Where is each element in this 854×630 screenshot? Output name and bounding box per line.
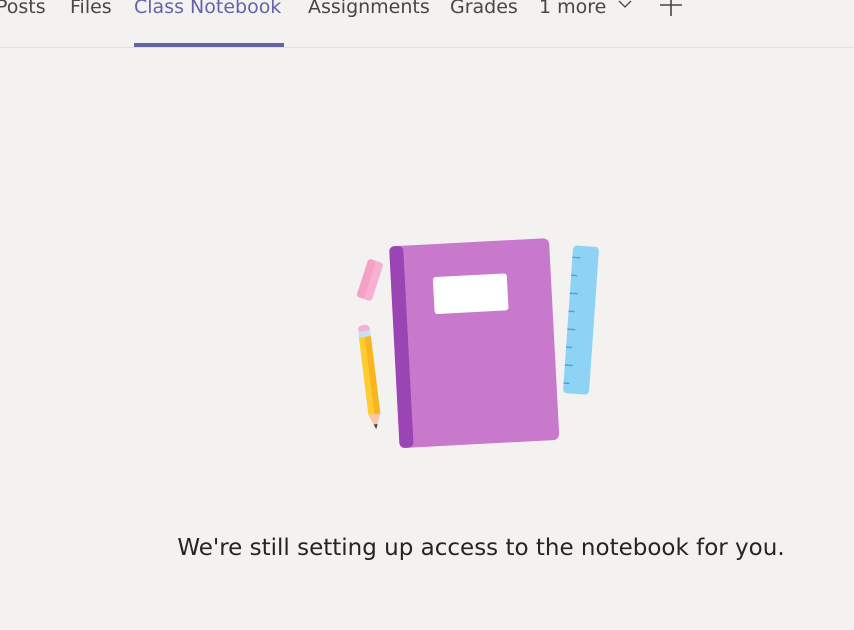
tab-label: Class Notebook: [134, 0, 282, 18]
tab-label: Assignments: [308, 0, 430, 18]
notebook-illustration: [356, 238, 599, 448]
tab-more[interactable]: 1 more: [539, 0, 632, 47]
tab-label: 1 more: [539, 0, 607, 18]
tab-posts[interactable]: Posts: [0, 0, 46, 47]
tab-class-notebook[interactable]: Class Notebook: [134, 0, 284, 47]
tab-label: Grades: [450, 0, 518, 18]
tab-files[interactable]: Files: [70, 0, 112, 47]
notebook-icon: [389, 238, 560, 448]
eraser-icon: [356, 259, 384, 301]
tab-label: Posts: [0, 0, 46, 18]
status-message: We're still setting up access to the not…: [177, 535, 785, 561]
ruler-icon: [563, 245, 599, 395]
pencil-icon: [357, 324, 381, 430]
tab-assignments[interactable]: Assignments: [308, 0, 430, 47]
chevron-down-icon: [618, 0, 632, 8]
tab-label: Files: [70, 0, 112, 18]
tab-bar: Posts Files Class Notebook Assignments G…: [0, 0, 854, 48]
plus-icon[interactable]: [660, 0, 682, 16]
active-tab-indicator: [134, 43, 284, 47]
tab-grades[interactable]: Grades: [450, 0, 518, 47]
